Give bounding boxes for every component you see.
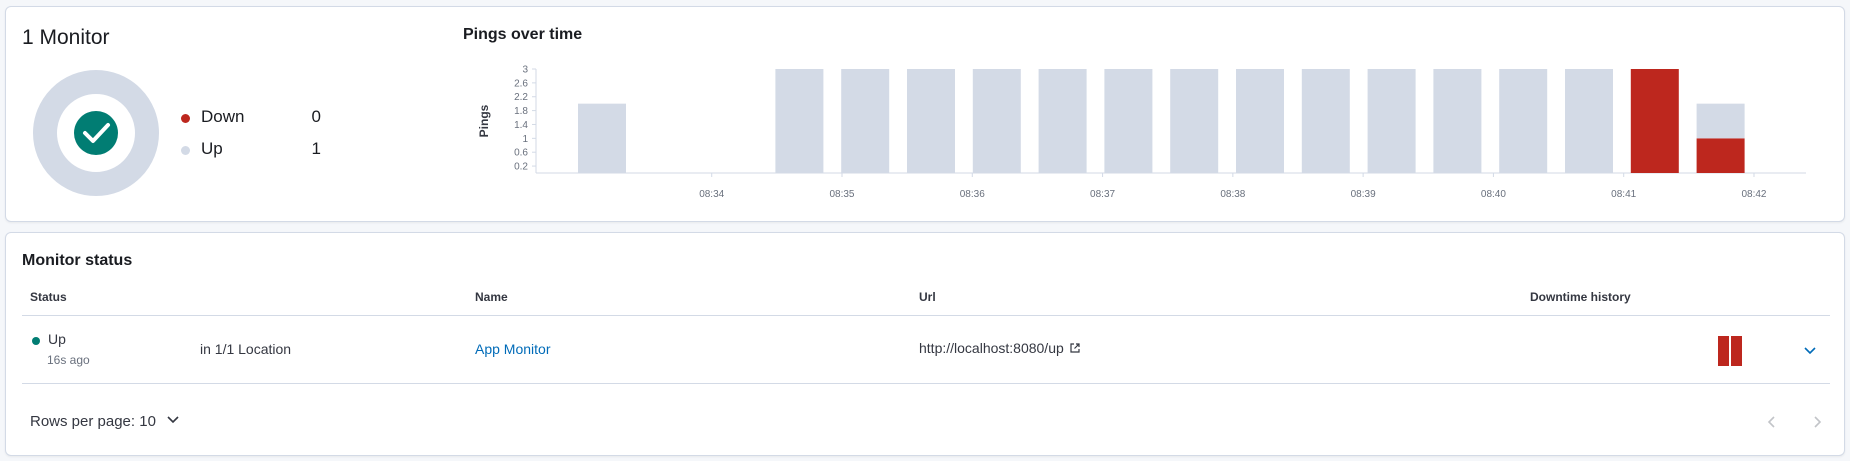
external-link-icon	[1070, 343, 1080, 353]
y-tick-label: 1.4	[514, 120, 528, 131]
header-divider	[22, 315, 1830, 316]
chevron-down-icon	[167, 416, 179, 424]
status-label: Up	[48, 331, 66, 347]
y-axis-label: Pings	[477, 104, 491, 137]
bar-up	[1301, 69, 1350, 173]
row-divider	[22, 383, 1830, 384]
monitor-url-link[interactable]: http://localhost:8080/up	[919, 340, 1081, 356]
bar-up	[1565, 69, 1613, 173]
legend-down: Down 0	[181, 107, 341, 139]
next-page-button[interactable]	[1809, 414, 1825, 430]
column-header-url[interactable]: Url	[919, 290, 936, 304]
status-donut-chart	[32, 69, 160, 197]
bar-up	[907, 69, 955, 173]
y-tick-label: 2.2	[514, 92, 528, 103]
x-tick-label: 08:40	[1481, 189, 1506, 200]
pings-over-time-chart: Pings 0.2 0.6 1 1.4 1.8 2.2 2.6 3 08:34 08:35 08:36…	[477, 65, 1806, 200]
y-tick-label: 3	[522, 65, 528, 76]
y-tick-label: 1.8	[514, 106, 528, 117]
snapshot-panel: 1 Monitor Down 0 Up 1 Pings over time Pi…	[5, 6, 1845, 222]
x-tick-label: 08:39	[1351, 189, 1376, 200]
donut-center-badge	[74, 111, 118, 155]
legend-up-dot	[181, 146, 190, 155]
x-tick-label: 08:37	[1090, 189, 1115, 200]
monitor-count-title: 1 Monitor	[22, 26, 110, 49]
legend-up: Up 1	[181, 139, 341, 171]
column-header-downtime-history: Downtime history	[1530, 290, 1631, 304]
status-up-dot	[32, 337, 40, 345]
bar-up	[1038, 69, 1087, 173]
bar-up	[1236, 69, 1284, 173]
x-tick-label: 08:34	[699, 189, 724, 200]
monitor-url-text: http://localhost:8080/up	[919, 340, 1064, 356]
rows-per-page-label: Rows per page: 10	[30, 413, 156, 430]
bar-up	[1367, 69, 1416, 173]
x-tick-label: 08:38	[1220, 189, 1245, 200]
bar-up	[578, 103, 626, 173]
legend-down-value: 0	[311, 107, 321, 126]
downtime-bar	[1731, 336, 1742, 366]
status-legend: Down 0 Up 1	[181, 107, 341, 171]
downtime-bar	[1718, 336, 1729, 366]
y-tick-label: 0.2	[514, 162, 528, 173]
previous-page-button[interactable]	[1764, 414, 1780, 430]
monitor-status-panel: Monitor status Status Name Url Downtime …	[5, 232, 1845, 456]
y-tick-label: 1	[522, 134, 528, 145]
legend-up-value: 1	[311, 139, 321, 158]
bar-down	[1630, 69, 1679, 173]
pings-chart-title: Pings over time	[463, 26, 583, 43]
legend-down-dot	[181, 114, 190, 123]
bar-up	[1499, 69, 1548, 173]
column-header-name[interactable]: Name	[475, 290, 508, 304]
bar-up	[972, 69, 1021, 173]
x-tick-label: 08:41	[1611, 189, 1636, 200]
bar-up	[1696, 103, 1745, 139]
x-tick-label: 08:42	[1741, 189, 1766, 200]
chevron-down-icon[interactable]	[1801, 341, 1819, 359]
location-text: in 1/1 Location	[200, 341, 292, 357]
bar-down	[1696, 138, 1745, 173]
bar-up	[1170, 69, 1219, 173]
y-tick-label: 0.6	[514, 148, 528, 159]
bar-up	[1433, 69, 1482, 173]
legend-down-label: Down	[201, 107, 245, 126]
x-tick-label: 08:35	[829, 189, 854, 200]
bar-up	[1104, 69, 1153, 173]
x-tick-label: 08:36	[960, 189, 985, 200]
status-time-ago: 16s ago	[47, 353, 90, 367]
rows-per-page-select[interactable]: Rows per page: 10	[30, 413, 180, 430]
legend-up-label: Up	[201, 139, 223, 158]
bar-up	[775, 69, 824, 173]
y-tick-label: 2.6	[514, 78, 528, 89]
monitor-status-title: Monitor status	[22, 252, 133, 269]
bar-up	[841, 69, 890, 173]
monitor-name-link[interactable]: App Monitor	[475, 341, 550, 357]
column-header-status[interactable]: Status	[30, 290, 67, 304]
